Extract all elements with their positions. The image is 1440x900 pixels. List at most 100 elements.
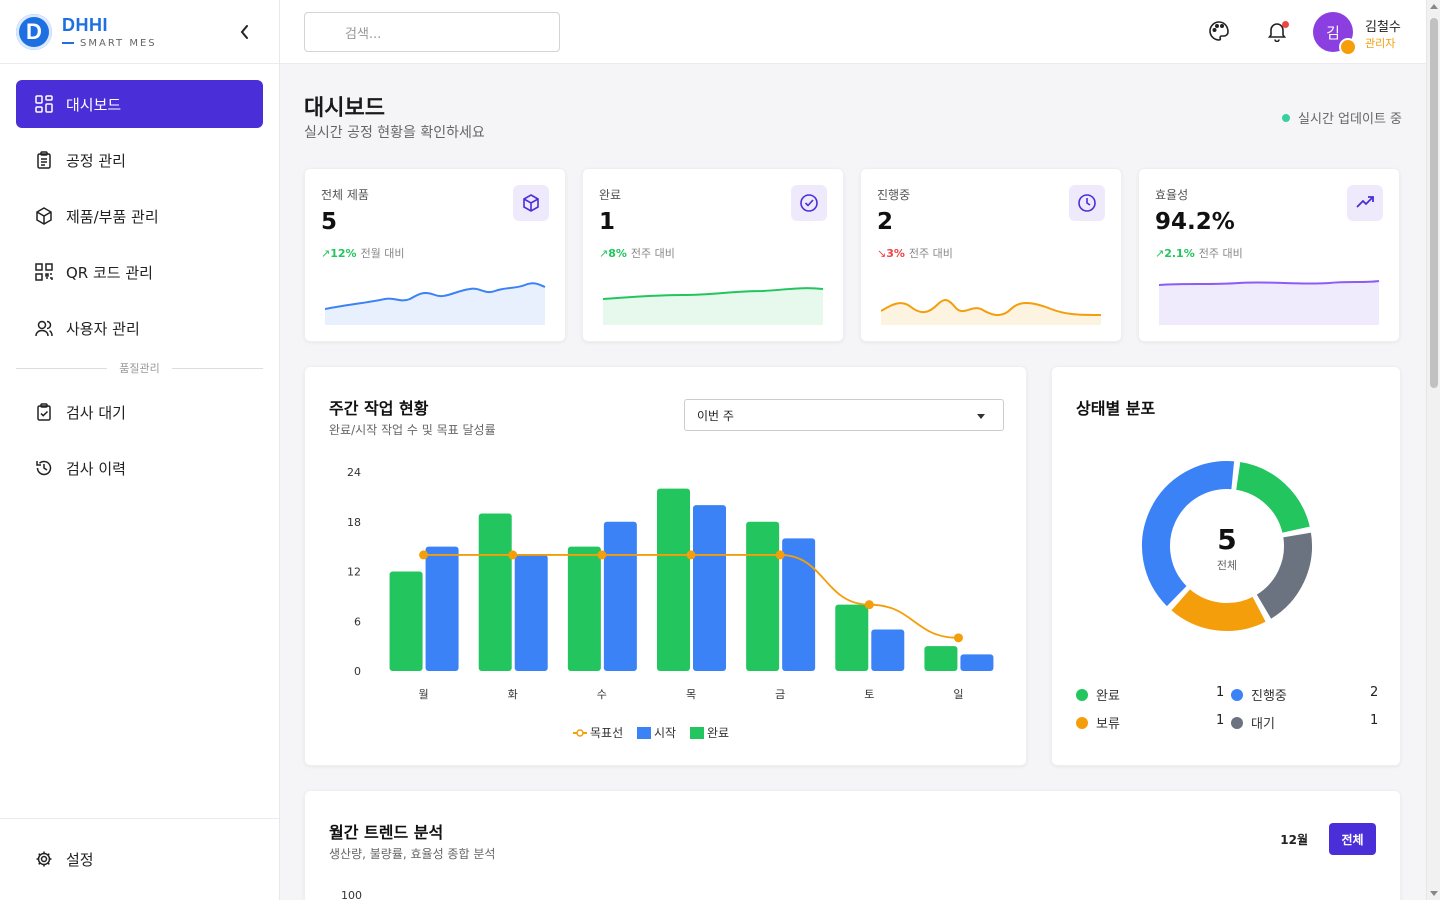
- sparkline-completed: [603, 287, 824, 325]
- month-label[interactable]: 12월: [1280, 831, 1308, 848]
- trending-up-icon: [1347, 185, 1383, 221]
- top-header: 검색... 김 김철수 관리자: [280, 0, 1426, 64]
- gear-icon: [34, 849, 54, 869]
- scroll-up-arrow-icon[interactable]: [1430, 4, 1438, 9]
- x-tick-label: 월: [419, 688, 429, 701]
- notification-bell-icon[interactable]: [1266, 20, 1290, 44]
- legend-dot: [1231, 688, 1243, 701]
- target-point: [864, 600, 874, 610]
- legend-dot: [1076, 688, 1088, 701]
- stat-value: 2: [877, 209, 894, 235]
- sidebar-item-label: 사용자 관리: [66, 319, 140, 338]
- stat-label: 진행중: [877, 188, 911, 202]
- x-tick-label: 금: [775, 688, 785, 701]
- y-tick-label: 6: [354, 615, 361, 628]
- sidebar-item-users[interactable]: 사용자 관리: [16, 304, 263, 352]
- sidebar-item-inspection-pending[interactable]: 검사 대기: [16, 388, 263, 436]
- brand-subtitle: SMART MES: [62, 38, 157, 49]
- main-content: 대시보드 실시간 공정 현황을 확인하세요 실시간 업데이트 중 전체 제품 5…: [280, 64, 1426, 900]
- card-subtitle: 생산량, 불량률, 효율성 종합 분석: [329, 847, 496, 861]
- donut-slice: [1168, 586, 1269, 633]
- live-indicator-dot: [1282, 113, 1291, 122]
- scrollbar-thumb[interactable]: [1430, 18, 1438, 388]
- sidebar-item-label: 공정 관리: [66, 151, 126, 170]
- weekly-bar-chart: 0 6 12 18 24 월 화 수 목 금 토 일목표선 시작 완료: [347, 466, 994, 740]
- bar-started: [693, 505, 726, 671]
- target-point: [775, 550, 785, 560]
- bar-completed: [924, 646, 958, 671]
- sidebar-footer: 설정: [0, 818, 279, 900]
- section-divider: 품질관리: [16, 360, 263, 376]
- sidebar-item-label: 제품/부품 관리: [66, 207, 159, 226]
- qr-code-icon: [34, 262, 54, 282]
- stat-change-period: 전주 대비: [1198, 247, 1243, 260]
- bar-started: [871, 629, 905, 671]
- sidebar-item-dashboard[interactable]: 대시보드: [16, 80, 263, 128]
- stat-change-period: 전월 대비: [360, 247, 405, 260]
- scroll-down-arrow-icon[interactable]: [1430, 891, 1438, 896]
- x-tick-label: 토: [864, 688, 874, 701]
- target-point: [508, 550, 518, 560]
- legend-item-on-hold: 보류: [1076, 713, 1120, 732]
- stat-label: 완료: [599, 188, 622, 202]
- x-tick-label: 일: [953, 687, 963, 701]
- legend-dot: [1076, 716, 1088, 729]
- user-role: 관리자: [1365, 37, 1396, 50]
- sidebar-item-qr[interactable]: QR 코드 관리: [16, 248, 263, 296]
- weekly-chart-card: 주간 작업 현황 완료/시작 작업 수 및 목표 달성률 이번 주 0 6 12 18…: [304, 366, 1027, 766]
- bar-completed: [389, 571, 423, 671]
- page-subtitle: 실시간 공정 현황을 확인하세요: [304, 125, 485, 141]
- y-tick-label: 24: [347, 466, 361, 479]
- bar-completed: [835, 604, 869, 671]
- section-label: 품질관리: [119, 362, 160, 375]
- trend-up-icon: ↗: [599, 246, 609, 260]
- target-point: [419, 550, 429, 560]
- stat-card-total[interactable]: 전체 제품 5 ↗ 12% 전월 대비: [304, 168, 566, 342]
- search-input[interactable]: 검색...: [304, 12, 560, 52]
- stat-change-value: 8%: [608, 246, 627, 260]
- sidebar-item-inspection-history[interactable]: 검사 이력: [16, 444, 263, 492]
- palette-icon[interactable]: [1208, 20, 1232, 44]
- sparkline-in-progress: [881, 299, 1102, 325]
- legend-label: 보류: [1096, 717, 1120, 732]
- stat-card-in-progress[interactable]: 진행중 2 ↘ 3% 전주 대비: [860, 168, 1122, 342]
- y-tick-label: 12: [347, 566, 361, 579]
- sparkline-efficiency: [1159, 280, 1380, 325]
- target-point: [686, 550, 696, 560]
- monthly-trend-card: 월간 트렌드 분석 생산량, 불량률, 효율성 종합 분석 12월 전체 100: [304, 790, 1401, 900]
- sidebar-item-settings[interactable]: 설정: [16, 835, 263, 883]
- stat-change-period: 전주 대비: [630, 247, 675, 260]
- live-status-label: 실시간 업데이트 중: [1298, 112, 1402, 127]
- legend-label: 완료: [707, 726, 729, 740]
- trend-up-icon: ↗: [1155, 246, 1165, 260]
- legend-label: 시작: [654, 726, 676, 740]
- brand: D DHHI SMART MES: [0, 0, 279, 64]
- user-name[interactable]: 김철수: [1365, 16, 1401, 35]
- stat-value: 5: [321, 209, 338, 235]
- legend-label: 대기: [1251, 717, 1275, 732]
- stat-card-completed[interactable]: 완료 1 ↗ 8% 전주 대비: [582, 168, 844, 342]
- sidebar-item-process[interactable]: 공정 관리: [16, 136, 263, 184]
- live-status: 실시간 업데이트 중: [1282, 108, 1402, 127]
- check-circle-icon: [791, 185, 827, 221]
- users-icon: [34, 318, 54, 338]
- avatar-initial: 김: [1326, 23, 1340, 42]
- brand-logo[interactable]: D: [16, 13, 52, 50]
- x-tick-label: 목: [686, 688, 696, 701]
- stat-change: ↗ 2.1% 전주 대비: [1155, 245, 1243, 261]
- collapse-sidebar-button[interactable]: [235, 22, 255, 42]
- bar-completed: [478, 513, 512, 671]
- sidebar-item-products[interactable]: 제품/부품 관리: [16, 192, 263, 240]
- legend-swatch: [690, 727, 704, 739]
- brand-name: DHHI: [62, 14, 108, 35]
- legend-label: 완료: [1096, 689, 1120, 704]
- target-point: [597, 550, 607, 560]
- sidebar-nav: 대시보드 공정 관리 제품/부품 관리 QR 코드 관리 사용자 관리 품질관리…: [0, 64, 279, 492]
- box-icon: [513, 185, 549, 221]
- stat-card-efficiency[interactable]: 효율성 94.2% ↗ 2.1% 전주 대비: [1138, 168, 1400, 342]
- page-scrollbar[interactable]: [1426, 0, 1440, 900]
- history-icon: [34, 458, 54, 478]
- show-all-button[interactable]: 전체: [1329, 823, 1376, 855]
- avatar[interactable]: 김: [1313, 12, 1357, 56]
- stat-change-value: 3%: [886, 246, 905, 260]
